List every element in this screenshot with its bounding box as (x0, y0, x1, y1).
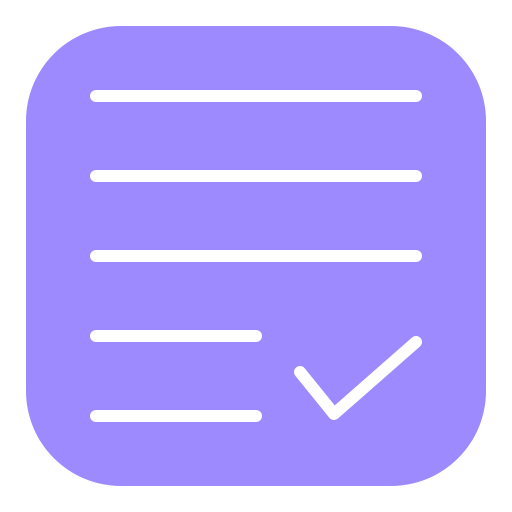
app-icon-stage (0, 0, 512, 512)
checklist-app-icon (26, 26, 486, 486)
